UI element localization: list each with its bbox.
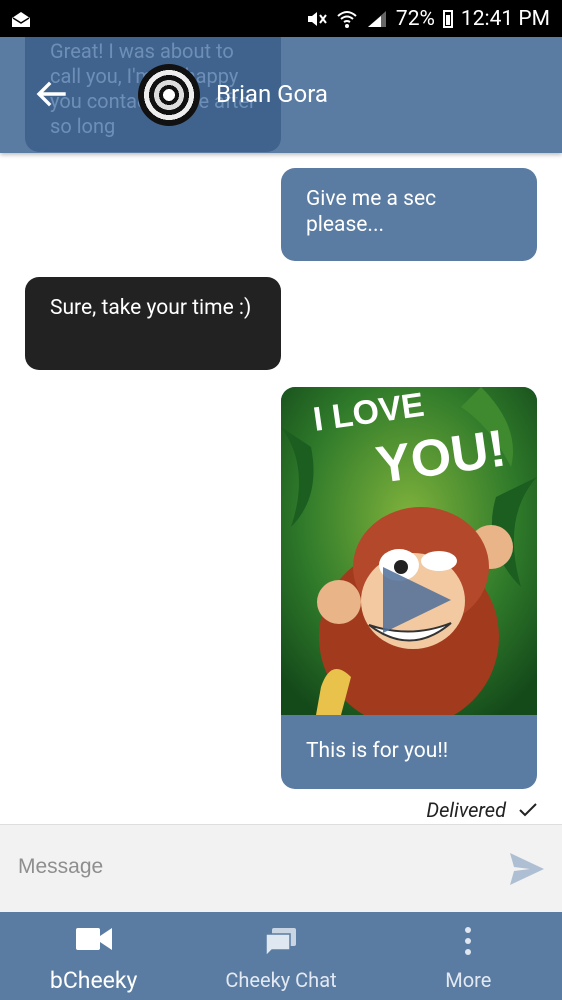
status-bar: 72% 12:41 PM xyxy=(0,0,562,37)
clock: 12:41 PM xyxy=(460,6,550,31)
incoming-message[interactable]: Sure, take your time :) xyxy=(25,277,281,370)
delivery-status-text: Delivered xyxy=(426,798,506,822)
video-caption: This is for you!! xyxy=(306,739,449,763)
nav-item-more[interactable]: More xyxy=(375,912,562,1000)
status-left xyxy=(10,8,32,30)
nav-item-cheeky-chat[interactable]: Cheeky Chat xyxy=(187,912,374,1000)
back-button[interactable] xyxy=(34,77,68,111)
chat-header: Great! I was about to call you, I'm so h… xyxy=(0,25,562,153)
play-icon[interactable] xyxy=(379,565,453,635)
checkmark-icon xyxy=(519,803,537,817)
outgoing-message[interactable]: Give me a sec please... xyxy=(281,168,537,261)
send-icon[interactable] xyxy=(508,851,546,887)
arrow-left-icon xyxy=(36,81,66,107)
signal-icon xyxy=(366,8,388,30)
delivery-status: Delivered xyxy=(426,798,538,822)
video-message[interactable]: I LOVE YOU! This is for you!! xyxy=(281,387,537,789)
message-composer xyxy=(0,824,562,912)
battery-icon xyxy=(442,9,453,28)
battery-percent: 72% xyxy=(395,6,435,31)
nav-item-bcheeky[interactable]: bCheeky xyxy=(0,912,187,1000)
contact-name[interactable]: Brian Gora xyxy=(216,80,328,108)
contact-avatar[interactable] xyxy=(138,64,200,126)
wifi-icon xyxy=(336,8,358,30)
nav-label: bCheeky xyxy=(49,967,138,994)
nav-label: More xyxy=(445,968,492,992)
chat-icon xyxy=(265,928,296,958)
mute-icon xyxy=(306,8,328,30)
video-thumbnail: I LOVE YOU! xyxy=(281,387,537,715)
status-right: 72% 12:41 PM xyxy=(306,7,550,31)
email-notification-icon xyxy=(10,8,32,30)
nav-label: Cheeky Chat xyxy=(225,968,337,992)
message-input[interactable] xyxy=(18,847,488,887)
bottom-navigation: bCheeky Cheeky Chat More xyxy=(0,912,562,1000)
video-camera-icon xyxy=(75,928,112,950)
more-vertical-icon xyxy=(465,927,472,955)
